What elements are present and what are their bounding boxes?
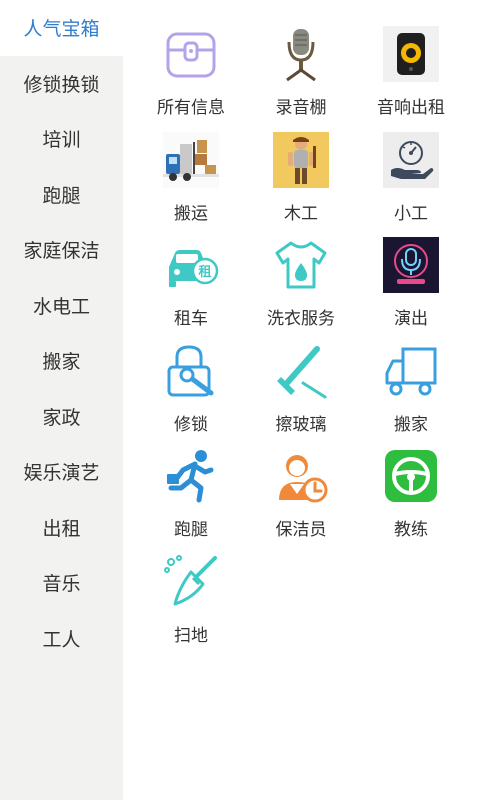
grid-item-label: 小工 bbox=[394, 203, 428, 224]
grid-item-laundry[interactable]: 洗衣服务 bbox=[246, 237, 356, 343]
carpenter-icon bbox=[273, 131, 329, 188]
sidebar-item-housekeeping[interactable]: 家政 bbox=[0, 389, 123, 445]
grid-item-car-rental[interactable]: 租 租车 bbox=[136, 237, 246, 343]
grid-item-coach[interactable]: 教练 bbox=[356, 448, 466, 554]
grid-item-carpenter[interactable]: 木工 bbox=[246, 131, 356, 238]
grid-item-label: 录音棚 bbox=[275, 98, 327, 118]
grid-item-errand[interactable]: 跑腿 bbox=[136, 448, 246, 554]
sidebar-item-rental[interactable]: 出租 bbox=[0, 500, 123, 556]
grid-item-recording-studio[interactable]: 录音棚 bbox=[246, 26, 356, 132]
grid-item-handyman[interactable]: 小工 bbox=[356, 131, 466, 238]
sidebar-item-lock-repair[interactable]: 修锁换锁 bbox=[0, 56, 123, 112]
hand-gauge-icon bbox=[383, 131, 439, 188]
grid-item-label: 洗衣服务 bbox=[267, 309, 335, 329]
grid-item-label: 音响出租 bbox=[377, 98, 445, 118]
service-grid: 所有信息 录音棚 音响出租 搬运 木工 小工 租 租车 洗衣服务 演出 修锁 擦… bbox=[136, 26, 466, 659]
microphone-icon bbox=[273, 26, 329, 82]
treasure-box-icon bbox=[163, 26, 219, 82]
squeegee-icon bbox=[273, 343, 329, 399]
grid-item-label: 教练 bbox=[394, 520, 428, 540]
sidebar-item-entertainment[interactable]: 娱乐演艺 bbox=[0, 444, 123, 500]
sidebar-item-workers[interactable]: 工人 bbox=[0, 611, 123, 667]
cleaner-clock-icon bbox=[273, 448, 329, 504]
grid-item-label: 搬运 bbox=[174, 203, 208, 224]
sidebar-item-errand[interactable]: 跑腿 bbox=[0, 167, 123, 223]
delivery-truck-icon bbox=[163, 131, 219, 188]
sidebar-item-popular[interactable]: 人气宝箱 bbox=[0, 0, 123, 56]
category-sidebar: 人气宝箱 修锁换锁 培训 跑腿 家庭保洁 水电工 搬家 家政 娱乐演艺 出租 音… bbox=[0, 0, 123, 800]
speaker-icon bbox=[383, 26, 439, 82]
grid-item-label: 所有信息 bbox=[157, 98, 225, 118]
grid-item-sweeping[interactable]: 扫地 bbox=[136, 554, 246, 660]
grid-item-label: 演出 bbox=[394, 309, 428, 329]
svg-text:租: 租 bbox=[198, 265, 211, 280]
tshirt-icon bbox=[273, 237, 329, 293]
grid-item-transport[interactable]: 搬运 bbox=[136, 131, 246, 238]
sidebar-item-plumber-electrician[interactable]: 水电工 bbox=[0, 278, 123, 334]
grid-item-label: 修锁 bbox=[174, 414, 208, 435]
broom-icon bbox=[163, 554, 219, 610]
sidebar-item-home-cleaning[interactable]: 家庭保洁 bbox=[0, 222, 123, 278]
running-man-icon bbox=[163, 448, 219, 504]
grid-item-performance[interactable]: 演出 bbox=[356, 237, 466, 343]
grid-item-lock-repair[interactable]: 修锁 bbox=[136, 343, 246, 449]
rental-car-icon: 租 bbox=[163, 237, 219, 293]
neon-microphone-icon bbox=[383, 237, 439, 293]
grid-item-all-info[interactable]: 所有信息 bbox=[136, 26, 246, 132]
grid-item-label: 租车 bbox=[174, 309, 208, 329]
grid-item-label: 搬家 bbox=[394, 414, 428, 435]
truck-outline-icon bbox=[383, 343, 439, 399]
grid-item-label: 保洁员 bbox=[275, 520, 327, 540]
grid-item-moving[interactable]: 搬家 bbox=[356, 343, 466, 449]
grid-item-label: 木工 bbox=[284, 203, 318, 224]
sidebar-item-training[interactable]: 培训 bbox=[0, 111, 123, 167]
grid-item-cleaner[interactable]: 保洁员 bbox=[246, 448, 356, 554]
sidebar-item-moving[interactable]: 搬家 bbox=[0, 333, 123, 389]
grid-item-label: 擦玻璃 bbox=[275, 414, 327, 435]
grid-item-label: 扫地 bbox=[174, 625, 208, 646]
lock-wrench-icon bbox=[163, 343, 219, 399]
grid-item-speaker-rental[interactable]: 音响出租 bbox=[356, 26, 466, 132]
grid-item-label: 跑腿 bbox=[174, 520, 208, 540]
sidebar-item-music[interactable]: 音乐 bbox=[0, 555, 123, 611]
steering-wheel-icon bbox=[383, 448, 439, 504]
grid-item-window-cleaning[interactable]: 擦玻璃 bbox=[246, 343, 356, 449]
